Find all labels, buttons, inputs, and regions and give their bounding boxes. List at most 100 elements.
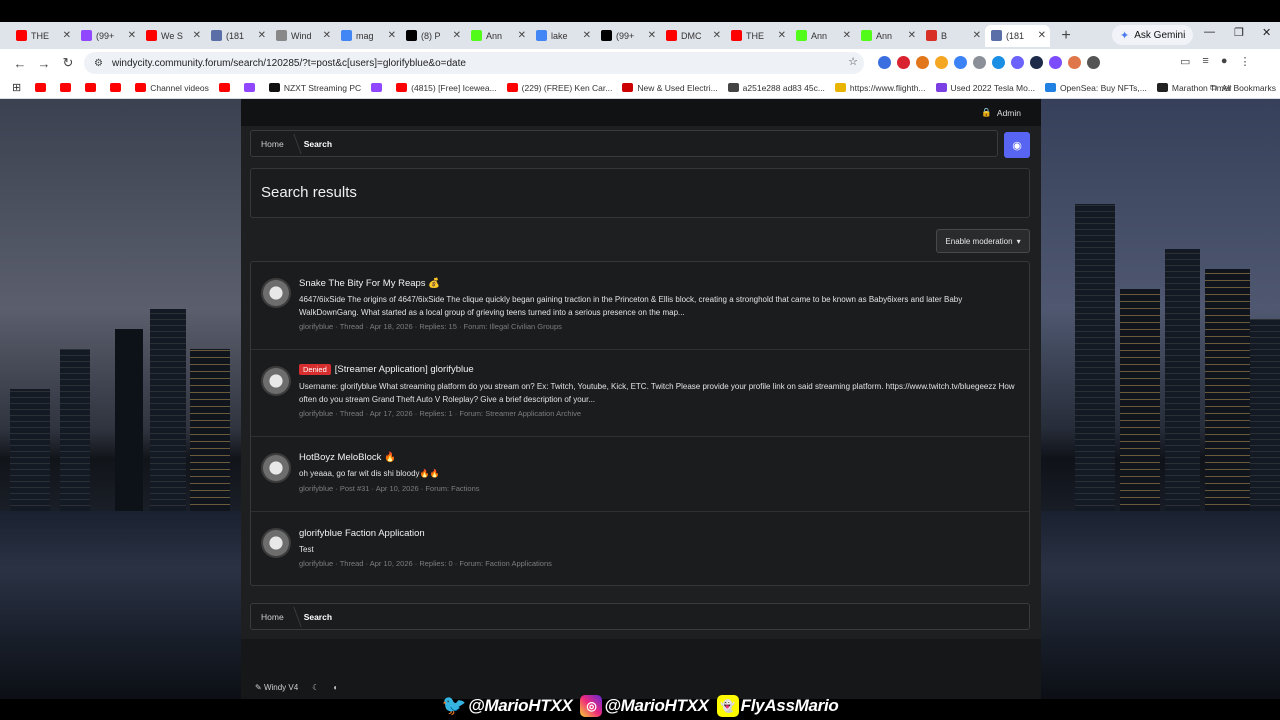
tab-close-icon[interactable]: ✕ [193,30,201,41]
browser-tab[interactable]: Ann ✕ [855,25,920,47]
browser-tab[interactable]: B ✕ [920,25,985,47]
breadcrumb-search[interactable]: Search [294,131,342,156]
browser-tab[interactable]: Ann ✕ [790,25,855,47]
bookmark-item[interactable] [85,83,100,92]
all-bookmarks-folder[interactable]: ▭ All Bookmarks [1210,82,1276,93]
extension-icon[interactable] [973,56,986,69]
bookmark-item[interactable] [371,83,386,92]
browser-tab[interactable]: Ann ✕ [465,25,530,47]
extension-icon[interactable] [1030,56,1043,69]
bookmark-label: a251e288 ad83 45c... [742,82,825,93]
bookmark-item[interactable]: OpenSea: Buy NFTs,... [1044,83,1147,93]
result-title[interactable]: Denied [Streamer Application] glorifyblue [299,364,474,375]
browser-tab[interactable]: lake ✕ [530,25,595,47]
apps-icon[interactable]: ⊞ [12,81,21,94]
bookmark-item[interactable]: a251e288 ad83 45c... [727,82,825,93]
result-title[interactable]: HotBoyz MeloBlock 🔥 [299,452,396,463]
media-icon[interactable]: ≡ [1202,55,1208,68]
admin-link[interactable]: 🔒 Admin [981,107,1021,118]
enable-moderation-button[interactable]: Enable moderation ▾ [936,229,1030,253]
bookmark-item[interactable] [218,83,234,92]
extension-icon[interactable] [1068,56,1081,69]
tab-title: B [941,30,948,41]
puzzle-icon[interactable] [1087,56,1100,69]
menu-icon[interactable]: ⋮ [1239,55,1250,68]
bookmark-item[interactable]: Used 2022 Tesla Mo... [935,83,1035,93]
tab-close-icon[interactable]: ✕ [843,30,851,41]
breadcrumb-search[interactable]: Search [294,604,342,629]
extension-icon[interactable] [916,56,929,69]
site-info-icon[interactable]: ⚙ [94,58,103,69]
bookmark-item[interactable]: (229) (FREE) Ken Car... [506,83,612,93]
skyline-building [10,389,50,511]
bookmark-item[interactable]: (4815) [Free] Icewea... [396,83,497,93]
minimize-icon[interactable]: — [1204,26,1215,38]
tab-close-icon[interactable]: ✕ [258,30,266,41]
extension-icon[interactable] [992,56,1005,69]
browser-tab[interactable]: (181 ✕ [205,25,270,47]
browser-tab[interactable]: THE ✕ [10,25,75,47]
bookmark-star-icon[interactable]: ☆ [848,55,858,68]
tab-close-icon[interactable]: ✕ [63,30,71,41]
result-snippet: Username: glorifyblue What streaming pla… [299,382,1015,404]
browser-tab[interactable]: (99+ ✕ [75,25,140,47]
bookmark-item[interactable] [243,83,259,92]
tab-close-icon[interactable]: ✕ [518,30,526,41]
sidebar-icon[interactable]: ▭ [1180,55,1190,68]
browser-tab[interactable]: THE ✕ [725,25,790,47]
tab-favicon-icon [666,30,677,41]
tab-close-icon[interactable]: ✕ [1038,30,1046,41]
result-title[interactable]: Snake The Bity For My Reaps 💰 [299,278,440,289]
ask-gemini-button[interactable]: ✦ Ask Gemini [1112,25,1194,45]
browser-tab[interactable]: (8) P ✕ [400,25,465,47]
extension-icon[interactable] [897,56,910,69]
tab-close-icon[interactable]: ✕ [648,30,656,41]
forward-icon[interactable]: → [32,56,56,71]
browser-tab[interactable]: (181 ✕ [985,24,1050,47]
result-title[interactable]: glorifyblue Faction Application [299,528,425,539]
tab-close-icon[interactable]: ✕ [323,30,331,41]
profile-avatar[interactable]: ● [1221,55,1228,68]
browser-tab[interactable]: We S ✕ [140,25,205,47]
avatar[interactable] [261,453,291,483]
bookmark-item[interactable]: Channel videos [135,83,209,93]
extension-icon[interactable] [878,56,891,69]
reload-icon[interactable]: ↻ [56,55,80,71]
browser-tab[interactable]: DMC ✕ [660,25,725,47]
letterbox-top [0,0,1280,22]
tab-close-icon[interactable]: ✕ [583,30,591,41]
tab-close-icon[interactable]: ✕ [713,30,721,41]
bookmark-item[interactable] [35,83,50,92]
tab-close-icon[interactable]: ✕ [388,30,396,41]
tab-close-icon[interactable]: ✕ [128,30,136,41]
tab-close-icon[interactable]: ✕ [778,30,786,41]
browser-tab[interactable]: mag ✕ [335,25,400,47]
bookmark-item[interactable] [60,83,75,92]
extension-icon[interactable] [1049,56,1062,69]
extension-icon[interactable] [935,56,948,69]
avatar[interactable] [261,278,291,308]
bookmark-item[interactable] [110,83,125,92]
restore-icon[interactable]: ❐ [1234,26,1244,39]
back-icon[interactable]: ← [8,56,32,71]
bookmark-item[interactable]: https://www.flighth... [834,83,926,93]
tab-close-icon[interactable]: ✕ [453,30,461,41]
discord-icon[interactable]: ◉ [1004,132,1030,158]
tab-close-icon[interactable]: ✕ [908,30,916,41]
breadcrumb-home[interactable]: Home [251,131,294,156]
tab-close-icon[interactable]: ✕ [973,30,981,41]
extension-icon[interactable] [954,56,967,69]
browser-tab[interactable]: Wind ✕ [270,25,335,47]
close-window-icon[interactable]: ✕ [1262,26,1271,39]
new-tab-icon[interactable]: + [1056,27,1076,45]
tab-title: (8) P [421,30,441,41]
bookmark-item[interactable]: New & Used Electri... [622,83,718,93]
bookmark-item[interactable]: NZXT Streaming PC [268,83,361,93]
extension-icon[interactable] [1011,56,1024,69]
breadcrumb-home[interactable]: Home [251,604,294,629]
avatar[interactable] [261,366,291,396]
skyline-building [1120,289,1160,511]
browser-tab[interactable]: (99+ ✕ [595,25,660,47]
address-bar[interactable]: ⚙ windycity.community.forum/search/12028… [84,52,864,74]
avatar[interactable] [261,528,291,558]
